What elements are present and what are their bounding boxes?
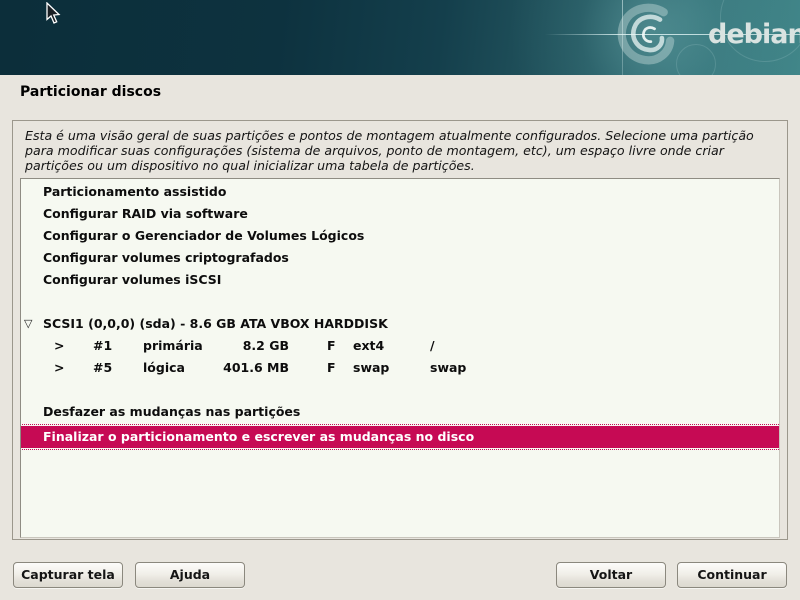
partition-size: 401.6 MB — [179, 357, 289, 379]
debian-swirl-icon — [603, 0, 695, 75]
partition-filesystem: swap — [353, 357, 389, 379]
page-description: Esta é uma visão geral de suas partições… — [25, 128, 773, 174]
list-item-partition-1[interactable]: > #1 primária 8.2 GB F ext4 / — [21, 335, 779, 357]
partition-format-flag: F — [327, 357, 336, 379]
installer-window: debian8 Particionar discos Esta é uma vi… — [0, 0, 800, 600]
partition-number: #1 — [93, 335, 112, 357]
partition-number: #5 — [93, 357, 112, 379]
debian-logo: debian8 — [708, 18, 800, 50]
help-button[interactable]: Ajuda — [135, 562, 245, 588]
partition-arrow-icon: > — [54, 357, 64, 379]
partition-mountpoint: / — [430, 335, 435, 357]
back-button[interactable]: Voltar — [556, 562, 666, 588]
partition-filesystem: ext4 — [353, 335, 384, 357]
list-item-guided-partitioning[interactable]: Particionamento assistido — [21, 181, 779, 203]
spacer-row — [21, 379, 779, 401]
debian-logo-text: debian — [708, 19, 800, 50]
list-item-configure-encrypted[interactable]: Configurar volumes criptografados — [21, 247, 779, 269]
partition-mountpoint: swap — [430, 357, 466, 379]
debian-banner: debian8 — [0, 0, 800, 75]
disk-label: SCSI1 (0,0,0) (sda) - 8.6 GB ATA VBOX HA… — [43, 313, 388, 335]
partition-size: 8.2 GB — [179, 335, 289, 357]
continue-button[interactable]: Continuar — [677, 562, 787, 588]
screenshot-button[interactable]: Capturar tela — [13, 562, 123, 588]
partition-format-flag: F — [327, 335, 336, 357]
list-item-configure-iscsi[interactable]: Configurar volumes iSCSI — [21, 269, 779, 291]
list-item-configure-lvm[interactable]: Configurar o Gerenciador de Volumes Lógi… — [21, 225, 779, 247]
partition-arrow-icon: > — [54, 335, 64, 357]
content-frame: Esta é uma visão geral de suas partições… — [12, 120, 788, 540]
list-item-finish-partitioning[interactable]: Finalizar o particionamento e escrever a… — [21, 426, 779, 448]
expander-triangle-icon[interactable]: ▽ — [24, 313, 32, 335]
list-item-configure-raid[interactable]: Configurar RAID via software — [21, 203, 779, 225]
partition-list[interactable]: Particionamento assistido Configurar RAI… — [20, 178, 780, 538]
page-title: Particionar discos — [20, 84, 161, 100]
mouse-cursor-icon — [46, 2, 62, 26]
spacer-row — [21, 291, 779, 313]
list-item-partition-5[interactable]: > #5 lógica 401.6 MB F swap swap — [21, 357, 779, 379]
list-item-disk-sda[interactable]: ▽ SCSI1 (0,0,0) (sda) - 8.6 GB ATA VBOX … — [21, 313, 779, 335]
list-item-undo-changes[interactable]: Desfazer as mudanças nas partições — [21, 401, 779, 423]
